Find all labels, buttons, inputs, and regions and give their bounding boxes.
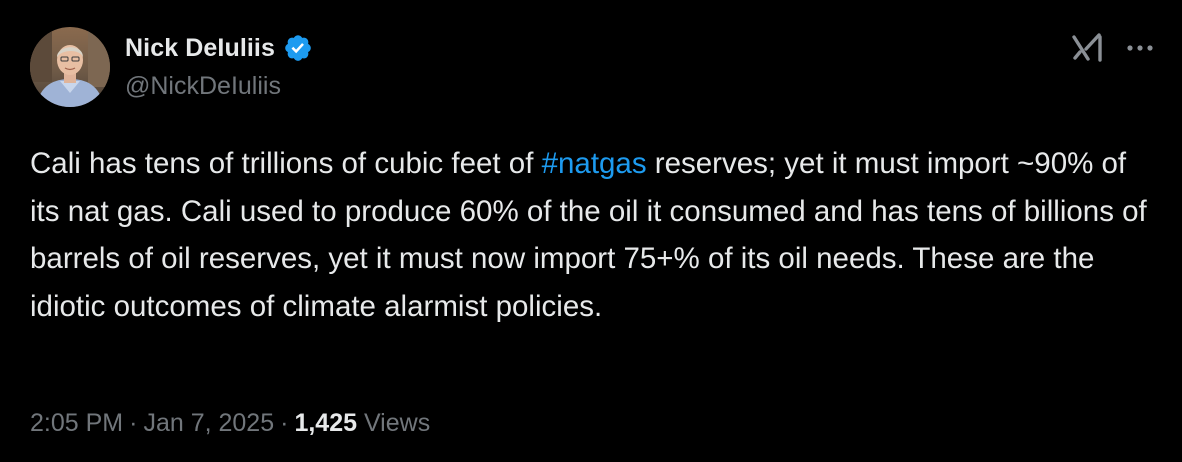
verified-badge-icon <box>283 33 313 63</box>
author-name-row[interactable]: Nick DeIuliis <box>125 31 313 65</box>
author-avatar[interactable] <box>30 27 110 107</box>
tweet-text: Cali has tens of trillions of cubic feet… <box>30 140 1150 330</box>
meta-separator: · <box>129 409 138 437</box>
author-display-name[interactable]: Nick DeIuliis <box>125 34 275 63</box>
author-handle[interactable]: @NickDeIuliis <box>125 72 281 101</box>
avatar-photo <box>30 27 110 107</box>
more-horizontal-icon[interactable] <box>1125 35 1155 61</box>
grok-icon[interactable] <box>1071 31 1107 65</box>
tweet-text-start: Cali has tens of trillions of cubic feet… <box>30 147 542 180</box>
tweet-time[interactable]: 2:05 PM <box>30 409 123 437</box>
views-count: 1,425 <box>294 409 357 437</box>
meta-separator: · <box>280 409 289 437</box>
views-label: Views <box>363 409 431 437</box>
hashtag-link[interactable]: #natgas <box>542 147 647 180</box>
tweet-card: Nick DeIuliis @NickDeIuliis Cali has ten… <box>0 0 1182 462</box>
tweet-date[interactable]: Jan 7, 2025 <box>143 409 274 437</box>
tweet-meta: 2:05 PM · Jan 7, 2025 · 1,425 Views <box>30 409 430 438</box>
